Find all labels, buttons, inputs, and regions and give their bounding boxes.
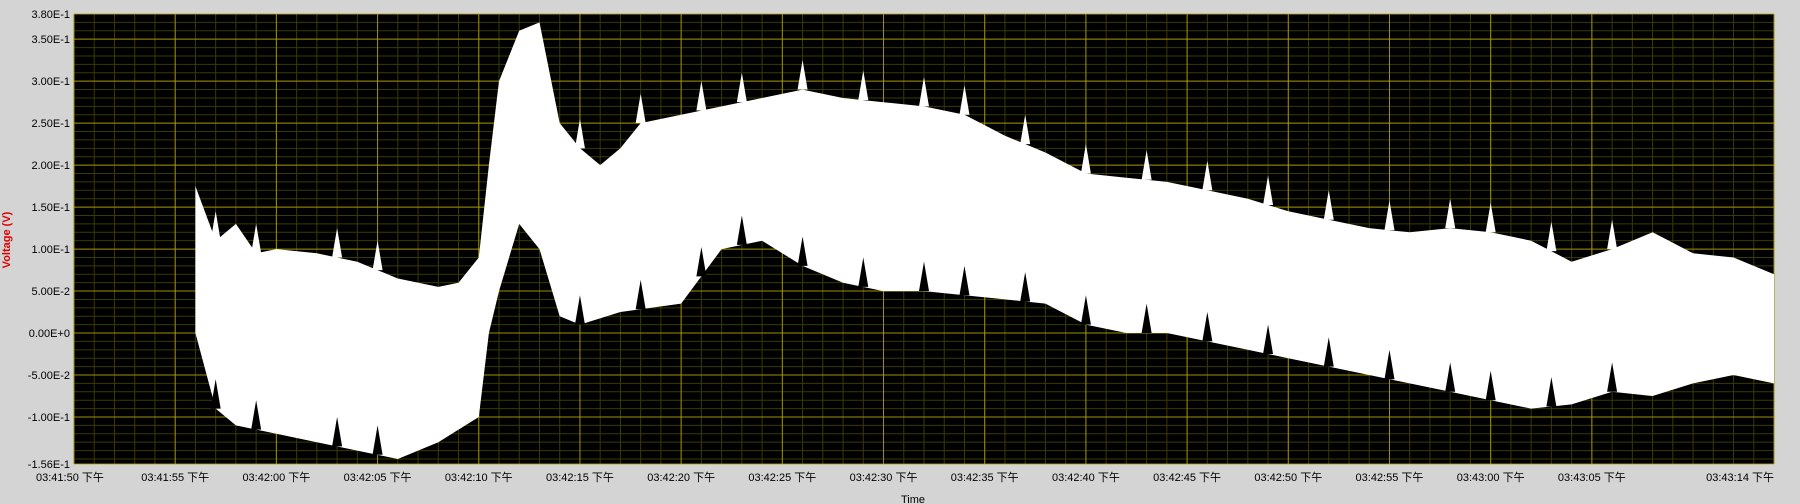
x-tick-label: 03:41:50 下午	[36, 471, 104, 484]
x-tick-label: 03:42:20 下午	[647, 471, 715, 484]
x-axis-title: Time	[901, 494, 925, 504]
y-tick-label: 2.50E-1	[31, 118, 70, 130]
x-tick-label: 03:42:15 下午	[546, 471, 614, 484]
x-tick-label: 03:43:05 下午	[1558, 471, 1626, 484]
x-tick-label: 03:42:30 下午	[850, 471, 918, 484]
x-tick-label: 03:42:50 下午	[1254, 471, 1322, 484]
x-tick-label: 03:42:10 下午	[445, 471, 513, 484]
y-tick-label: 2.00E-1	[31, 160, 70, 172]
x-axis-ticks: 03:41:50 下午 03:41:55 下午 03:42:00 下午 03:42:0…	[36, 471, 1774, 484]
x-tick-label: 03:42:40 下午	[1052, 471, 1120, 484]
y-tick-label: -1.56E-1	[28, 459, 70, 471]
y-tick-label: 3.00E-1	[31, 76, 70, 88]
x-tick-label: 03:41:55 下午	[141, 471, 209, 484]
y-tick-label: 1.00E-1	[31, 244, 70, 256]
y-tick-label: 3.50E-1	[31, 34, 70, 46]
chart-root: 3.80E-1 3.50E-1 3.00E-1 2.50E-1 2.00E-1 1.50E…	[0, 0, 1800, 504]
x-tick-label: 03:42:05 下午	[344, 471, 412, 484]
y-axis-title: Voltage (V)	[1, 211, 13, 268]
x-tick-label: 03:43:00 下午	[1457, 471, 1525, 484]
x-tick-label: 03:42:00 下午	[242, 471, 310, 484]
x-tick-label: 03:42:55 下午	[1356, 471, 1424, 484]
chart-svg: 3.80E-1 3.50E-1 3.00E-1 2.50E-1 2.00E-1 1.50E…	[0, 0, 1800, 504]
y-tick-label: 1.50E-1	[31, 202, 70, 214]
x-tick-label: 03:42:35 下午	[951, 471, 1019, 484]
y-tick-label: -1.00E-1	[28, 412, 70, 424]
y-tick-label: 0.00E+0	[29, 328, 70, 340]
x-tick-label: 03:43:14 下午	[1706, 471, 1774, 484]
y-tick-label: 5.00E-2	[31, 286, 70, 298]
x-tick-label: 03:42:25 下午	[748, 471, 816, 484]
y-tick-label: 3.80E-1	[31, 9, 70, 21]
y-tick-label: -5.00E-2	[28, 370, 70, 382]
x-tick-label: 03:42:45 下午	[1153, 471, 1221, 484]
